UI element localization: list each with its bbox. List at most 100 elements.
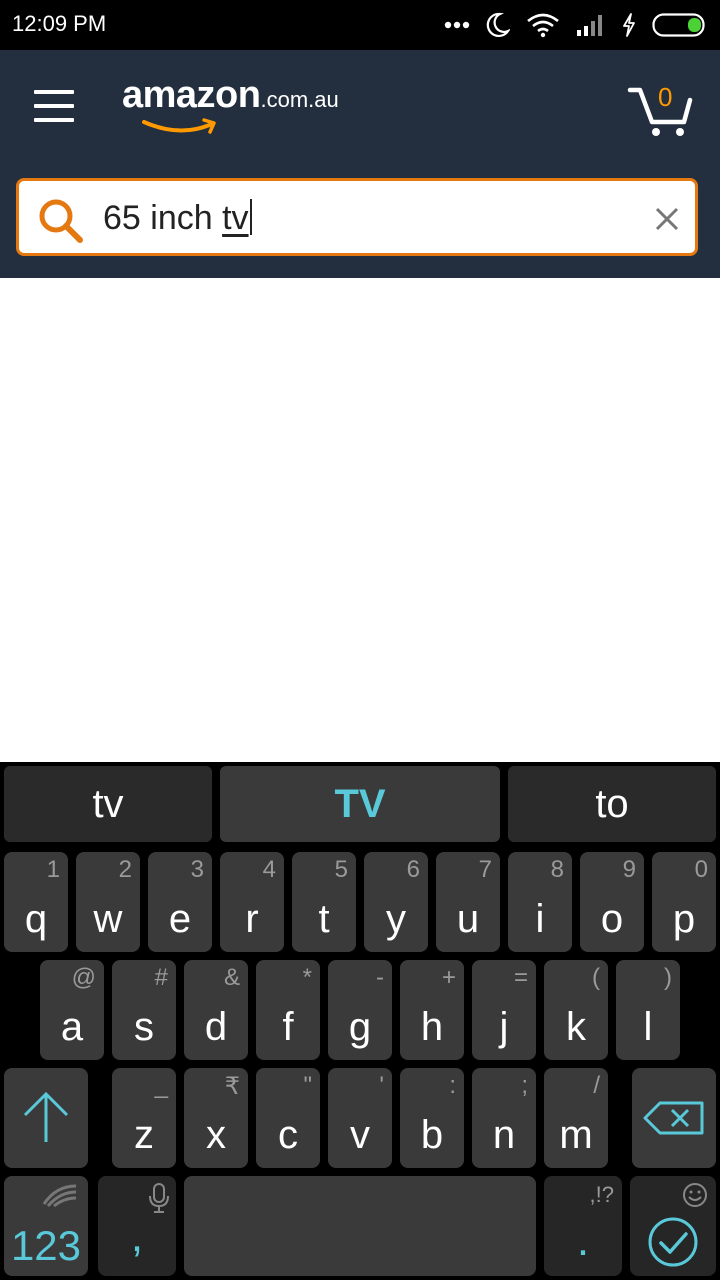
cart-count-badge: 0 — [658, 82, 673, 112]
suggestion-left[interactable]: tv — [4, 766, 212, 842]
logo-wordmark: amazon — [122, 74, 261, 116]
key-secondary-label: 5 — [334, 856, 348, 883]
period-key[interactable]: ,!? . — [544, 1176, 622, 1276]
key-secondary-label: ' — [379, 1072, 384, 1099]
key-d[interactable]: & d — [184, 960, 248, 1060]
comma-key[interactable]: , — [98, 1176, 176, 1276]
key-q[interactable]: 1q — [4, 852, 68, 952]
key-t[interactable]: 5t — [292, 852, 356, 952]
key-label: q — [24, 897, 48, 941]
key-label: f — [282, 1005, 294, 1049]
key-label: x — [206, 1113, 226, 1157]
enter-key[interactable] — [630, 1176, 716, 1276]
shift-key[interactable] — [4, 1068, 88, 1168]
shift-arrow-icon — [23, 1091, 69, 1142]
key-label: c — [278, 1113, 298, 1157]
soft-keyboard: tv TV to 1q2w3e4r5t6y7u8i9o0p @ a # s & d * f - g… — [0, 762, 720, 1280]
key-u[interactable]: 7u — [436, 852, 500, 952]
signal-icon — [577, 15, 602, 36]
key-p[interactable]: 0p — [652, 852, 716, 952]
microphone-icon — [149, 1183, 169, 1213]
key-g[interactable]: -g — [328, 960, 392, 1060]
amazon-logo[interactable]: amazon.com.au — [122, 74, 339, 134]
key-c[interactable]: " c — [256, 1068, 320, 1168]
key-a[interactable]: @ a — [40, 960, 104, 1060]
key-secondary-label: ₹ — [224, 1073, 240, 1100]
key-l[interactable]: ) l — [616, 960, 680, 1060]
period-key-label: . — [576, 1216, 590, 1265]
key-secondary-label: 2 — [118, 856, 132, 883]
battery-icon — [652, 13, 705, 37]
status-icons — [444, 10, 708, 40]
period-key-secondary: ,!? — [589, 1182, 614, 1207]
key-b[interactable]: :b — [400, 1068, 464, 1168]
key-label: h — [420, 1005, 444, 1049]
key-label: v — [350, 1113, 370, 1157]
swiftkey-logo-icon — [42, 1184, 77, 1208]
key-secondary-label: 8 — [550, 856, 564, 883]
comma-key-label: , — [130, 1212, 144, 1261]
key-secondary-label: ) — [664, 964, 672, 991]
key-label: w — [93, 897, 123, 941]
key-label: l — [643, 1005, 653, 1049]
key-r[interactable]: 4r — [220, 852, 284, 952]
key-label: t — [318, 897, 330, 941]
key-secondary-label: ; — [521, 1072, 528, 1099]
key-secondary-label: 1 — [46, 856, 60, 883]
search-icon — [39, 199, 83, 243]
key-v[interactable]: ' v — [328, 1068, 392, 1168]
key-label: u — [456, 897, 480, 941]
key-label: r — [245, 897, 259, 941]
key-h[interactable]: + h — [400, 960, 464, 1060]
key-secondary-label: 7 — [478, 856, 492, 883]
key-m[interactable]: / m — [544, 1068, 608, 1168]
suggestion-right[interactable]: to — [508, 766, 716, 842]
key-label: p — [672, 897, 696, 941]
key-secondary-label: 0 — [694, 856, 708, 883]
backspace-icon — [643, 1101, 704, 1135]
status-time: 12:09 PM — [12, 11, 107, 36]
key-j[interactable]: = j — [472, 960, 536, 1060]
spacebar-key[interactable] — [184, 1176, 536, 1276]
do-not-disturb-moon-icon — [486, 12, 510, 38]
key-secondary-label: @ — [71, 964, 96, 991]
key-secondary-label: / — [593, 1072, 600, 1099]
key-i[interactable]: 8i — [508, 852, 572, 952]
key-e[interactable]: 3e — [148, 852, 212, 952]
key-secondary-label: + — [441, 964, 456, 991]
menu-button[interactable] — [34, 88, 78, 124]
key-label: o — [600, 897, 624, 941]
key-secondary-label: 9 — [622, 856, 636, 883]
key-label: y — [386, 897, 406, 941]
key-s[interactable]: # s — [112, 960, 176, 1060]
key-o[interactable]: 9o — [580, 852, 644, 952]
key-label: j — [499, 1005, 509, 1049]
numbers-symbols-key[interactable]: 123 — [4, 1176, 88, 1276]
key-secondary-label: 6 — [406, 856, 420, 883]
key-f[interactable]: * f — [256, 960, 320, 1060]
key-x[interactable]: ₹ x — [184, 1068, 248, 1168]
checkmark-circle-icon — [648, 1217, 698, 1267]
key-secondary-label: : — [449, 1072, 456, 1099]
charging-icon — [623, 13, 635, 37]
key-secondary-label: " — [303, 1072, 312, 1099]
clear-search-icon[interactable] — [653, 205, 681, 233]
key-w[interactable]: 2w — [76, 852, 140, 952]
cart-button[interactable]: 0 — [626, 82, 696, 138]
amazon-smile-icon — [142, 118, 216, 134]
key-y[interactable]: 6y — [364, 852, 428, 952]
key-secondary-label: 4 — [262, 856, 276, 883]
key-label: k — [566, 1005, 586, 1049]
key-z[interactable]: _ z — [112, 1068, 176, 1168]
backspace-key[interactable] — [632, 1068, 716, 1168]
key-n[interactable]: ; n — [472, 1068, 536, 1168]
key-secondary-label: - — [376, 964, 384, 991]
suggestion-middle[interactable]: TV — [220, 766, 500, 842]
key-secondary-label: # — [154, 964, 168, 991]
logo-domain: .com.au — [260, 87, 339, 112]
app-header: amazon.com.au 0 65 inch tv — [0, 50, 720, 278]
key-k[interactable]: (k — [544, 960, 608, 1060]
search-input[interactable]: 65 inch tv — [16, 178, 698, 256]
key-label: g — [348, 1005, 372, 1049]
wifi-icon — [527, 13, 559, 38]
